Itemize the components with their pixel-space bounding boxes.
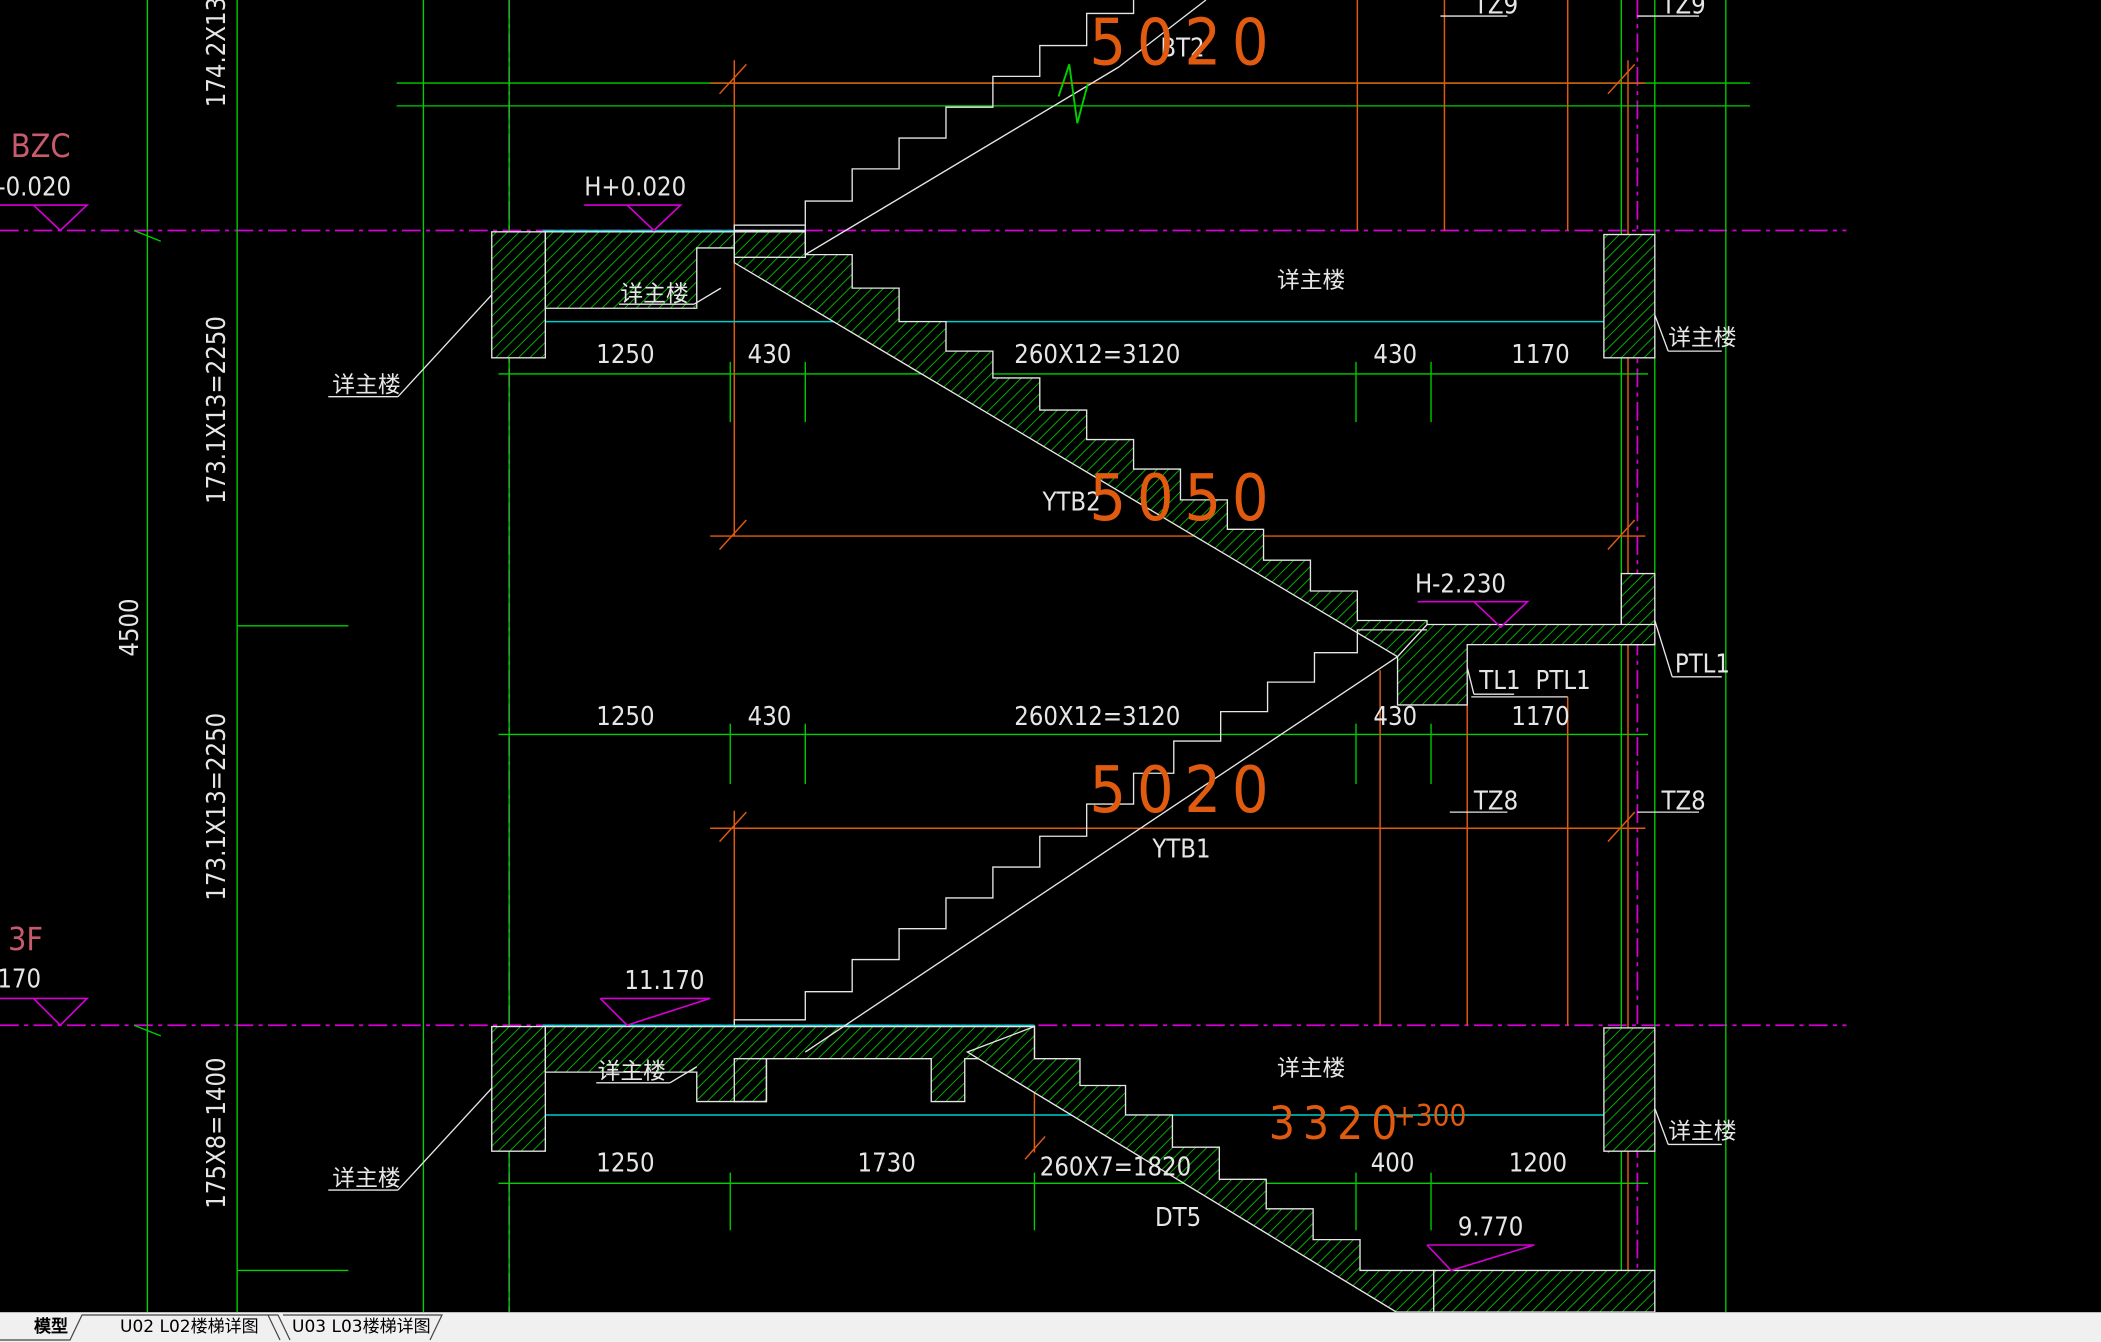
- dim-430: 430: [748, 340, 792, 370]
- main-bldg-label: 详主楼: [332, 373, 400, 399]
- dim-vertical-top: 174.2X13=2: [202, 0, 232, 107]
- tab-u03-stair-detail[interactable]: U03 L03楼梯详图: [292, 1313, 431, 1341]
- elevation-label-top-left: -0.020: [0, 173, 71, 203]
- length-annotation-mid: 5050: [1089, 461, 1279, 536]
- dim-steps-7: 260X7=1820: [1040, 1152, 1191, 1182]
- break-symbol: [1057, 64, 1089, 124]
- dim-vertical-total: 4500: [115, 598, 145, 656]
- length-annotation-bottom: 5020: [1089, 753, 1279, 828]
- concrete-sections: [491, 231, 1656, 1312]
- elevation-label-bottom-left: 170: [0, 965, 41, 995]
- elevation-h-minus: H-2.230: [1415, 569, 1506, 599]
- dim-430: 430: [748, 702, 792, 732]
- tz9-label: TZ9: [1473, 0, 1518, 20]
- layout-tab-bar: 模型 U02 L02楼梯详图 U03 L03楼梯详图: [0, 1312, 2101, 1342]
- dim-1200: 1200: [1509, 1148, 1567, 1178]
- dim-1730: 1730: [858, 1148, 916, 1178]
- dt5-label: DT5: [1155, 1203, 1201, 1233]
- dim-1250: 1250: [596, 1148, 654, 1178]
- tz9-label-right: TZ9: [1661, 0, 1706, 20]
- main-bldg-label: 详主楼: [1277, 268, 1345, 294]
- length-annotation-top: 5020: [1089, 5, 1279, 80]
- dim-1170: 1170: [1511, 340, 1569, 370]
- dim-400: 400: [1371, 1148, 1415, 1178]
- main-bldg-label: 详主楼: [1668, 326, 1736, 352]
- elevation-11170: 11.170: [624, 966, 704, 996]
- leader-lines: [328, 15, 1722, 1191]
- dim-430: 430: [1373, 340, 1417, 370]
- dim-vertical-mid2: 173.1X13=2250: [202, 713, 232, 901]
- elevation-9770: 9.770: [1458, 1213, 1524, 1243]
- cad-drawing-canvas[interactable]: BZC -0.020 3F 170 H+0.020 11.170 H-2.230…: [0, 0, 2101, 1312]
- main-bldg-label: 详主楼: [1277, 1056, 1345, 1082]
- main-bldg-label: 详主楼: [598, 1059, 666, 1085]
- dim-vertical-mid1: 173.1X13=2250: [202, 316, 232, 504]
- ytb1-label: YTB1: [1151, 835, 1210, 865]
- ptl1-label: PTL1: [1536, 666, 1591, 696]
- main-bldg-label: 详主楼: [332, 1166, 400, 1192]
- tab-model[interactable]: 模型: [34, 1313, 68, 1341]
- dim-1250: 1250: [596, 702, 654, 732]
- dim-vertical-bottom: 175X8=1400: [202, 1057, 232, 1208]
- floor-3f-label: 3F: [8, 920, 43, 958]
- dim-430: 430: [1373, 702, 1417, 732]
- tab-u02-stair-detail[interactable]: U02 L02楼梯详图: [120, 1313, 259, 1341]
- main-bldg-label: 详主楼: [1668, 1119, 1736, 1145]
- stair-outlines: [733, 0, 1428, 1103]
- bzc-label: BZC: [11, 127, 71, 165]
- tl1-label: TL1: [1478, 666, 1520, 696]
- dim-steps-12: 260X12=3120: [1014, 702, 1180, 732]
- dim-steps-12: 260X12=3120: [1014, 340, 1180, 370]
- length-annotation-low: 3320: [1269, 1097, 1405, 1150]
- ptl1-label-right: PTL1: [1675, 650, 1730, 680]
- offset-annotation: +300: [1394, 1099, 1467, 1133]
- dim-1170: 1170: [1511, 702, 1569, 732]
- tz8-label-right: TZ8: [1661, 786, 1706, 816]
- dim-1250: 1250: [596, 340, 654, 370]
- elevation-h-plus: H+0.020: [584, 173, 686, 203]
- main-bldg-label: 详主楼: [620, 282, 688, 308]
- tz8-label: TZ8: [1473, 786, 1518, 816]
